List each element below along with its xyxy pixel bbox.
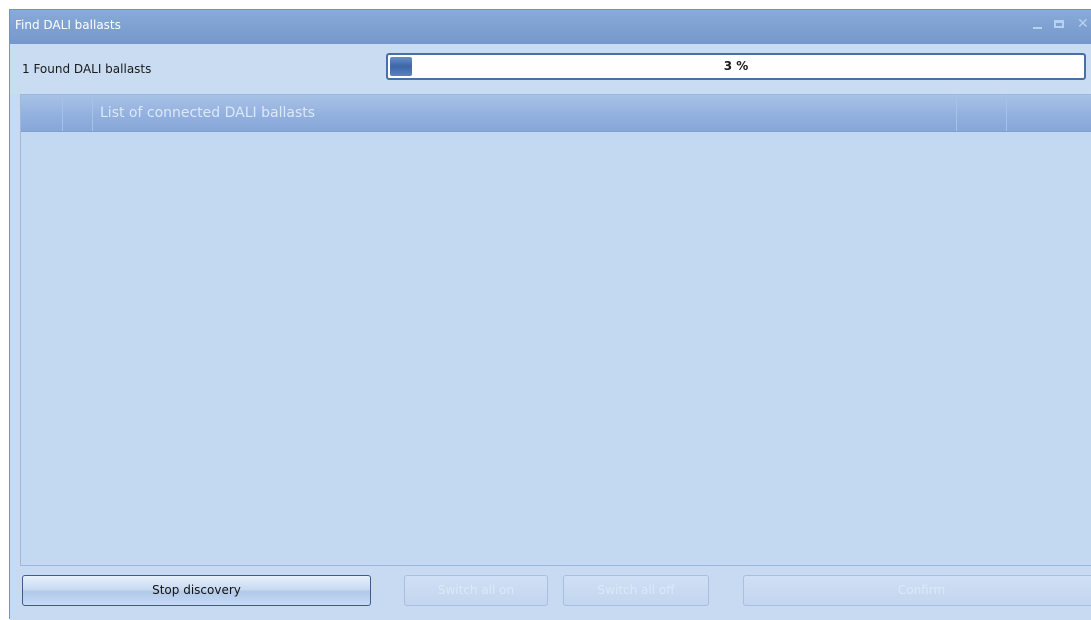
confirm-button[interactable]: Confirm (743, 575, 1091, 606)
header-cell-empty-1[interactable] (21, 95, 63, 131)
header-cell-empty-4[interactable] (1007, 95, 1091, 131)
header-cell-empty-3[interactable] (957, 95, 1007, 131)
close-icon[interactable]: ✕ (1077, 17, 1091, 31)
found-count-label: 1 Found DALI ballasts (22, 62, 152, 76)
minimize-icon[interactable] (1031, 17, 1045, 31)
ballast-list-grid[interactable]: List of connected DALI ballasts (20, 94, 1091, 566)
switch-all-off-button[interactable]: Switch all off (563, 575, 709, 606)
stop-discovery-button[interactable]: Stop discovery (22, 575, 371, 606)
discovery-progress-bar: 3 % (386, 53, 1086, 80)
header-cell-list-title[interactable]: List of connected DALI ballasts (93, 95, 957, 131)
find-dali-window: Find DALI ballasts ✕ 1 Found DALI ballas… (9, 9, 1091, 620)
button-bar: Stop discovery Switch all on Switch all … (10, 566, 1091, 620)
status-row: 1 Found DALI ballasts 3 % (10, 44, 1091, 94)
maximize-icon[interactable] (1053, 17, 1067, 31)
progress-percent-label: 3 % (723, 59, 749, 73)
header-cell-empty-2[interactable] (63, 95, 93, 131)
switch-all-on-button[interactable]: Switch all on (404, 575, 548, 606)
grid-header: List of connected DALI ballasts (21, 95, 1091, 132)
window-title: Find DALI ballasts (15, 18, 121, 32)
title-bar[interactable]: Find DALI ballasts ✕ (10, 10, 1091, 45)
